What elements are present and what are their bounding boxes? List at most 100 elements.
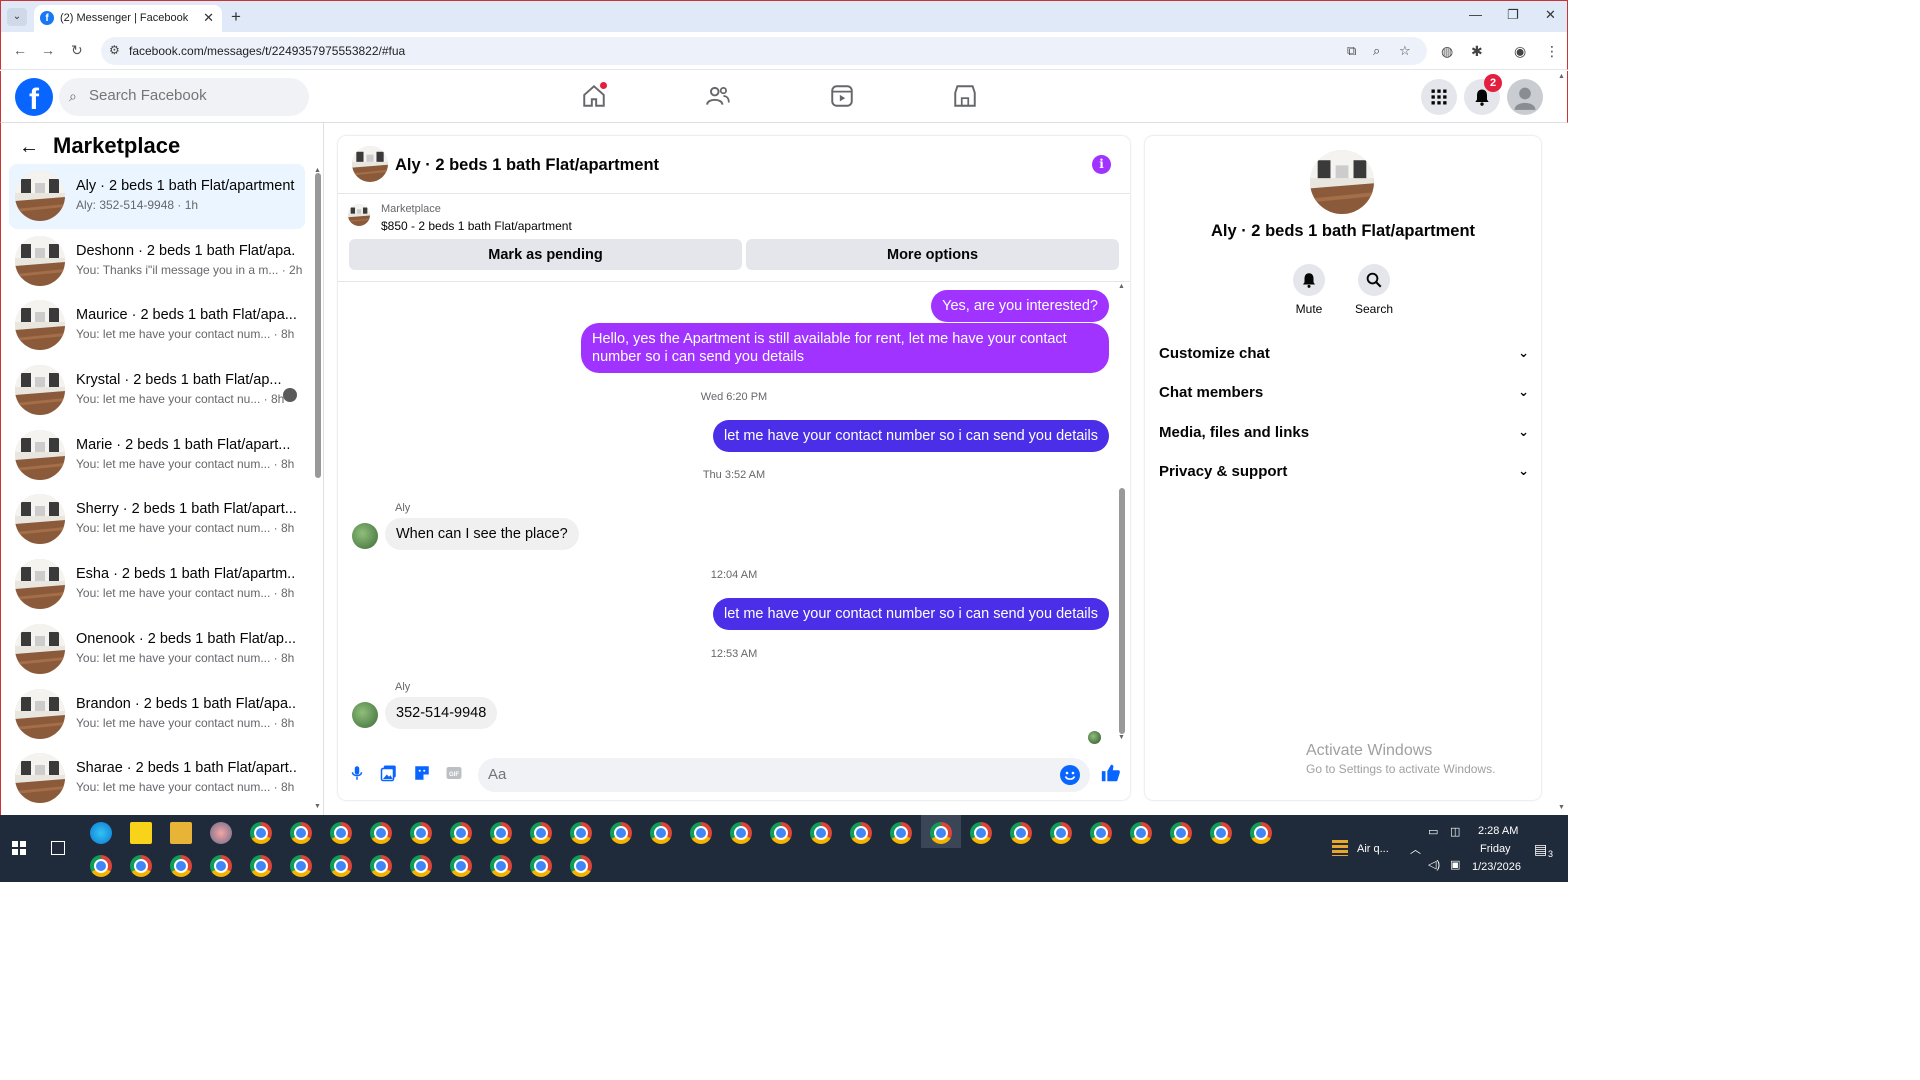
chrome-taskbar-icon[interactable] bbox=[290, 822, 312, 844]
facebook-search[interactable]: ⌕ bbox=[59, 78, 309, 116]
clock-day[interactable]: Friday bbox=[1480, 843, 1511, 855]
bell-icon[interactable] bbox=[1293, 264, 1325, 296]
chrome-taskbar-icon[interactable] bbox=[1130, 822, 1152, 844]
chrome-taskbar-icon[interactable] bbox=[530, 822, 552, 844]
conversation-item[interactable]: Deshonn · 2 beds 1 bath Flat/apa... You: … bbox=[9, 229, 305, 294]
chrome-taskbar-icon[interactable] bbox=[130, 855, 152, 877]
search-input[interactable] bbox=[89, 87, 289, 104]
chrome-taskbar-icon[interactable] bbox=[490, 855, 512, 877]
chrome-taskbar-icon[interactable] bbox=[530, 855, 552, 877]
account-avatar[interactable] bbox=[1507, 79, 1543, 115]
info-icon[interactable]: i bbox=[1092, 155, 1111, 174]
chrome-taskbar-icon[interactable] bbox=[250, 855, 272, 877]
bookmark-star-icon[interactable]: ☆ bbox=[1399, 43, 1411, 59]
chrome-taskbar-icon[interactable] bbox=[170, 855, 192, 877]
install-app-icon[interactable]: ⧉ bbox=[1347, 43, 1356, 59]
conversation-item[interactable]: Krystal · 2 beds 1 bath Flat/ap... You: l… bbox=[9, 358, 305, 423]
photo-icon[interactable] bbox=[380, 764, 400, 784]
thumbs-up-icon[interactable] bbox=[1100, 762, 1120, 782]
chat-avatar[interactable] bbox=[352, 146, 388, 182]
mute-action[interactable]: Mute bbox=[1279, 264, 1339, 316]
close-tab-icon[interactable]: ✕ bbox=[203, 10, 214, 26]
friends-icon[interactable] bbox=[705, 83, 733, 111]
chrome-taskbar-icon[interactable] bbox=[970, 822, 992, 844]
message-input[interactable] bbox=[488, 766, 1048, 783]
back-icon[interactable]: ← bbox=[13, 42, 27, 58]
video-icon[interactable] bbox=[829, 83, 857, 111]
tab-search-button[interactable]: ⌄ bbox=[7, 8, 27, 26]
chrome-taskbar-icon[interactable] bbox=[290, 855, 312, 877]
volume-icon[interactable]: ◁) bbox=[1428, 858, 1440, 871]
message-bubble-outgoing[interactable]: let me have your contact number so i can… bbox=[713, 598, 1109, 630]
message-input-box[interactable] bbox=[478, 758, 1090, 792]
chrome-taskbar-icon[interactable] bbox=[610, 822, 632, 844]
chrome-taskbar-icon[interactable] bbox=[90, 855, 112, 877]
conversation-item[interactable]: Maurice · 2 beds 1 bath Flat/apa... You: … bbox=[9, 293, 305, 358]
chrome-taskbar-icon[interactable] bbox=[1250, 822, 1272, 844]
chrome-taskbar-icon[interactable] bbox=[1170, 822, 1192, 844]
conversation-item[interactable]: Sherry · 2 beds 1 bath Flat/apart... You:… bbox=[9, 487, 305, 552]
emoji-icon[interactable] bbox=[1060, 765, 1080, 785]
sticker-icon[interactable] bbox=[413, 764, 433, 784]
chrome-taskbar-icon[interactable] bbox=[410, 855, 432, 877]
message-bubble-incoming[interactable]: 352-514-9948 bbox=[385, 697, 498, 729]
more-options-button[interactable]: More options bbox=[746, 239, 1119, 270]
chrome-taskbar-icon[interactable] bbox=[890, 822, 912, 844]
chrome-taskbar-icon[interactable] bbox=[330, 822, 352, 844]
chat-title[interactable]: Aly · 2 beds 1 bath Flat/apartment bbox=[395, 156, 659, 175]
chrome-menu-icon[interactable]: ⋮ bbox=[1545, 43, 1559, 60]
gif-icon[interactable]: GIF bbox=[445, 764, 465, 784]
chat-members-section[interactable]: Chat members ⌄ bbox=[1159, 384, 1529, 414]
air-quality-weather-icon[interactable] bbox=[1332, 840, 1348, 856]
message-bubble-outgoing[interactable]: Hello, yes the Apartment is still availa… bbox=[581, 323, 1109, 373]
chrome-taskbar-icon[interactable] bbox=[650, 822, 672, 844]
paint-icon[interactable] bbox=[210, 822, 232, 844]
new-tab-button[interactable]: + bbox=[231, 7, 241, 27]
file-explorer-icon[interactable] bbox=[170, 822, 192, 844]
chrome-taskbar-icon[interactable] bbox=[930, 822, 952, 844]
marketplace-icon[interactable] bbox=[952, 83, 980, 111]
profile-avatar[interactable] bbox=[1310, 150, 1374, 214]
chrome-taskbar-icon[interactable] bbox=[450, 822, 472, 844]
chrome-taskbar-icon[interactable] bbox=[1210, 822, 1232, 844]
chrome-taskbar-icon[interactable] bbox=[370, 822, 392, 844]
conversation-item[interactable]: Brandon · 2 beds 1 bath Flat/apa... You: … bbox=[9, 682, 305, 747]
profile-icon[interactable]: ◉ bbox=[1514, 43, 1526, 60]
clock-date[interactable]: 1/23/2026 bbox=[1472, 861, 1521, 873]
weather-text[interactable]: Air q... bbox=[1357, 843, 1389, 855]
extensions-icon[interactable]: ✱ bbox=[1471, 43, 1483, 60]
chrome-taskbar-icon[interactable] bbox=[1090, 822, 1112, 844]
windows-start-icon[interactable] bbox=[12, 841, 26, 855]
chrome-taskbar-icon[interactable] bbox=[330, 855, 352, 877]
page-scroll-up-icon[interactable]: ▲ bbox=[1558, 73, 1565, 80]
close-window-button[interactable]: ✕ bbox=[1545, 7, 1556, 23]
message-bubble-outgoing[interactable]: Yes, are you interested? bbox=[931, 290, 1109, 322]
message-bubble-outgoing[interactable]: let me have your contact number so i can… bbox=[713, 420, 1109, 452]
clock-time[interactable]: 2:28 AM bbox=[1478, 825, 1518, 837]
chrome-taskbar-icon[interactable] bbox=[850, 822, 872, 844]
task-view-icon[interactable] bbox=[51, 841, 65, 855]
facebook-logo-icon[interactable]: f bbox=[15, 78, 53, 116]
minimize-button[interactable]: — bbox=[1469, 7, 1482, 22]
action-center-icon[interactable]: ▤ bbox=[1534, 841, 1547, 858]
back-arrow-icon[interactable]: ← bbox=[19, 136, 39, 158]
display-icon[interactable]: ▭ bbox=[1428, 825, 1438, 838]
network-icon[interactable]: ▣ bbox=[1450, 858, 1460, 871]
conversation-item[interactable]: Esha · 2 beds 1 bath Flat/apartm... You: … bbox=[9, 552, 305, 617]
reload-icon[interactable]: ↻ bbox=[71, 42, 83, 59]
message-bubble-incoming[interactable]: When can I see the place? bbox=[385, 518, 579, 550]
microphone-icon[interactable] bbox=[348, 764, 368, 784]
listing-price[interactable]: $850 - 2 beds 1 bath Flat/apartment bbox=[381, 219, 572, 233]
zoom-icon[interactable]: ⌕ bbox=[1373, 43, 1380, 59]
sidebar-scrollbar[interactable] bbox=[315, 173, 321, 478]
chat-scrollbar[interactable] bbox=[1119, 488, 1125, 734]
chrome-taskbar-icon[interactable] bbox=[450, 855, 472, 877]
restore-button[interactable]: ❐ bbox=[1507, 7, 1519, 23]
sticky-notes-icon[interactable] bbox=[130, 822, 152, 844]
chrome-taskbar-icon[interactable] bbox=[770, 822, 792, 844]
customize-chat-section[interactable]: Customize chat ⌄ bbox=[1159, 345, 1529, 375]
chrome-taskbar-icon[interactable] bbox=[1050, 822, 1072, 844]
page-scroll-down-icon[interactable]: ▼ bbox=[1558, 804, 1565, 811]
media-files-links-section[interactable]: Media, files and links ⌄ bbox=[1159, 424, 1529, 454]
chrome-taskbar-icon[interactable] bbox=[570, 855, 592, 877]
